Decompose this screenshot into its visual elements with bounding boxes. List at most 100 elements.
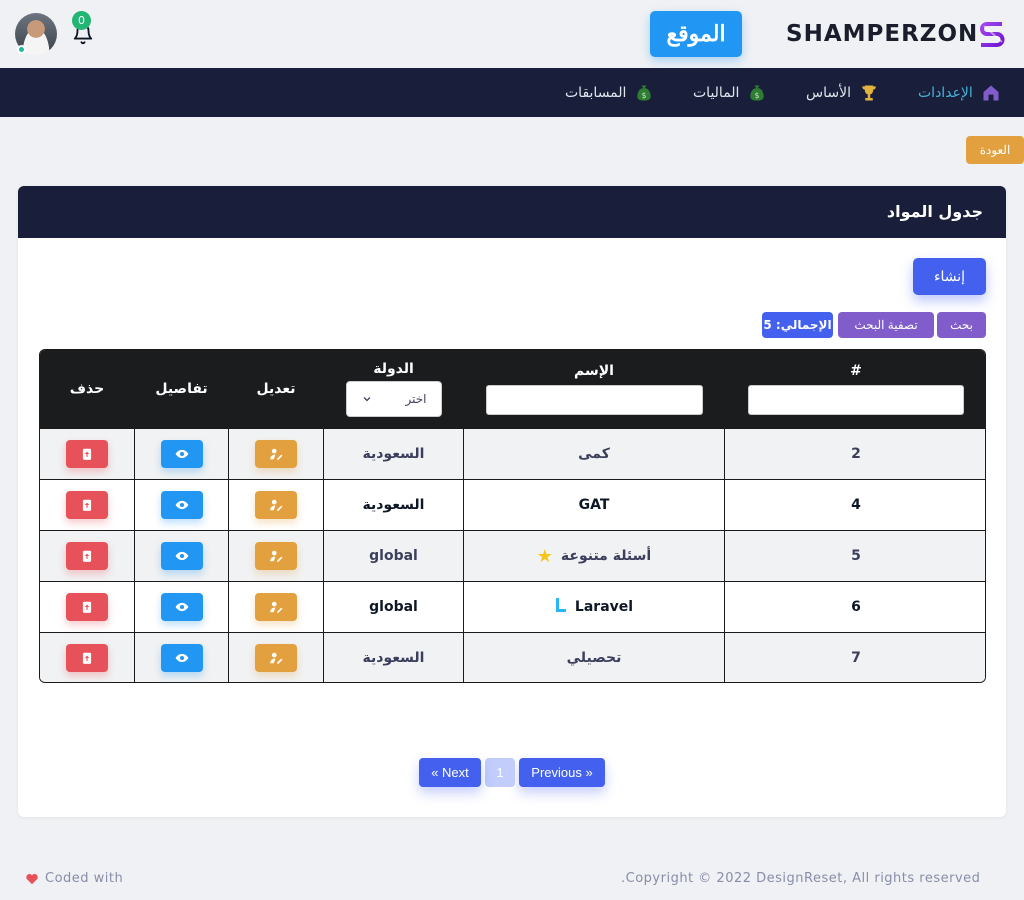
notification-count-badge: 0 bbox=[72, 11, 91, 30]
cell-country: global bbox=[324, 582, 464, 633]
top-header: 0 الموقع SHAMPERZON bbox=[0, 0, 1024, 68]
chevron-down-icon bbox=[363, 397, 370, 402]
cell-edit bbox=[229, 429, 324, 480]
name-wrap: أسئلة متنوعة ★ bbox=[537, 546, 651, 567]
column-header-delete: حذف bbox=[40, 350, 135, 429]
column-header-country: الدولة اختر bbox=[324, 350, 464, 429]
money-bag-icon: $ bbox=[637, 85, 652, 100]
view-details-button[interactable] bbox=[160, 644, 203, 672]
back-button[interactable]: العودة bbox=[966, 136, 1024, 164]
column-header-id: # bbox=[725, 350, 985, 429]
edit-user-icon bbox=[270, 448, 283, 460]
next-page-button[interactable]: « Next bbox=[419, 758, 481, 787]
eye-icon bbox=[175, 500, 188, 510]
delete-button[interactable] bbox=[66, 440, 108, 468]
cell-id: 4 bbox=[725, 480, 985, 531]
cell-name: تحصيلي bbox=[464, 633, 725, 682]
id-filter-input[interactable] bbox=[748, 385, 964, 415]
edit-button[interactable] bbox=[255, 644, 297, 672]
column-header-label: تعديل bbox=[256, 381, 296, 397]
online-status-dot bbox=[17, 45, 26, 54]
delete-button[interactable] bbox=[66, 491, 108, 519]
cell-id: 6 bbox=[725, 582, 985, 633]
column-header-label: تفاصيل bbox=[155, 381, 208, 397]
footer-left-text: Coded with bbox=[45, 871, 124, 886]
column-header-label: # bbox=[850, 363, 862, 379]
brand-logo-icon[interactable] bbox=[975, 17, 1009, 51]
name-wrap: كمى bbox=[578, 446, 610, 462]
page-number-button[interactable]: 1 bbox=[485, 758, 515, 787]
subject-name: كمى bbox=[578, 446, 610, 462]
cell-country: السعودية bbox=[324, 429, 464, 480]
laravel-icon bbox=[555, 597, 567, 617]
subject-name: أسئلة متنوعة bbox=[560, 548, 652, 564]
name-wrap: Laravel bbox=[555, 597, 633, 617]
cell-del bbox=[40, 582, 135, 633]
eye-icon bbox=[175, 449, 188, 459]
trash-icon bbox=[82, 448, 92, 460]
cell-edit bbox=[229, 582, 324, 633]
create-button[interactable]: إنشاء bbox=[913, 258, 986, 295]
subjects-table: # الإسم الدولة اختر تعديل تفاصيل حذف 2 كم… bbox=[39, 349, 986, 683]
total-count-badge: الإجمالي: 5 bbox=[762, 312, 833, 338]
cell-id: 7 bbox=[725, 633, 985, 682]
trash-icon bbox=[82, 499, 92, 511]
nav-item-settings[interactable]: الإعدادات bbox=[918, 68, 1001, 117]
edit-button[interactable] bbox=[255, 491, 297, 519]
delete-button[interactable] bbox=[66, 542, 108, 570]
cell-name: Laravel bbox=[464, 582, 725, 633]
nav-item-label: الماليات bbox=[693, 84, 740, 101]
edit-button[interactable] bbox=[255, 593, 297, 621]
column-header-edit: تعديل bbox=[229, 350, 324, 429]
nav-item-competitions[interactable]: $ المسابقات bbox=[565, 68, 654, 117]
subjects-card: جدول المواد إنشاء بحث تصفية البحث الإجما… bbox=[18, 186, 1006, 817]
home-icon bbox=[983, 85, 999, 100]
nav-item-label: المسابقات bbox=[565, 84, 627, 101]
nav-item-finance[interactable]: $ الماليات bbox=[693, 68, 767, 117]
search-button[interactable]: بحث bbox=[937, 312, 986, 338]
cell-del bbox=[40, 429, 135, 480]
cell-id: 5 bbox=[725, 531, 985, 582]
view-details-button[interactable] bbox=[160, 542, 203, 570]
cell-country: السعودية bbox=[324, 633, 464, 682]
cell-name: كمى bbox=[464, 429, 725, 480]
cell-view bbox=[135, 582, 229, 633]
subject-name: GAT bbox=[578, 497, 610, 513]
edit-user-icon bbox=[270, 652, 283, 664]
name-filter-input[interactable] bbox=[485, 385, 703, 415]
view-details-button[interactable] bbox=[160, 491, 203, 519]
eye-icon bbox=[175, 653, 188, 663]
eye-icon bbox=[175, 551, 188, 561]
site-button[interactable]: الموقع bbox=[650, 11, 742, 57]
cell-country: global bbox=[324, 531, 464, 582]
nav-item-basics[interactable]: الأساس bbox=[806, 68, 879, 117]
view-details-button[interactable] bbox=[160, 440, 203, 468]
cell-name: GAT bbox=[464, 480, 725, 531]
delete-button[interactable] bbox=[66, 644, 108, 672]
cell-view bbox=[135, 480, 229, 531]
edit-button[interactable] bbox=[255, 542, 297, 570]
brand-name: SHAMPERZON bbox=[786, 21, 979, 47]
cell-del bbox=[40, 531, 135, 582]
cell-id: 2 bbox=[725, 429, 985, 480]
cell-view bbox=[135, 531, 229, 582]
column-header-label: الدولة bbox=[373, 361, 414, 377]
previous-page-button[interactable]: Previous » bbox=[519, 758, 605, 787]
card-title: جدول المواد bbox=[18, 186, 1006, 238]
cell-edit bbox=[229, 633, 324, 682]
user-avatar[interactable] bbox=[15, 13, 57, 55]
edit-button[interactable] bbox=[255, 440, 297, 468]
column-header-label: الإسم bbox=[574, 363, 614, 379]
edit-user-icon bbox=[270, 601, 283, 613]
view-details-button[interactable] bbox=[160, 593, 203, 621]
country-filter-select[interactable]: اختر bbox=[345, 381, 442, 417]
delete-button[interactable] bbox=[66, 593, 108, 621]
filter-search-button[interactable]: تصفية البحث bbox=[838, 312, 934, 338]
name-wrap: GAT bbox=[579, 497, 610, 513]
nav-item-label: الإعدادات bbox=[918, 84, 973, 101]
select-value: اختر bbox=[405, 392, 427, 406]
main-navbar: الإعدادات الأساس $ الماليات $ المسابقات bbox=[0, 68, 1024, 117]
cell-country: السعودية bbox=[324, 480, 464, 531]
cell-view bbox=[135, 633, 229, 682]
cell-del bbox=[40, 480, 135, 531]
